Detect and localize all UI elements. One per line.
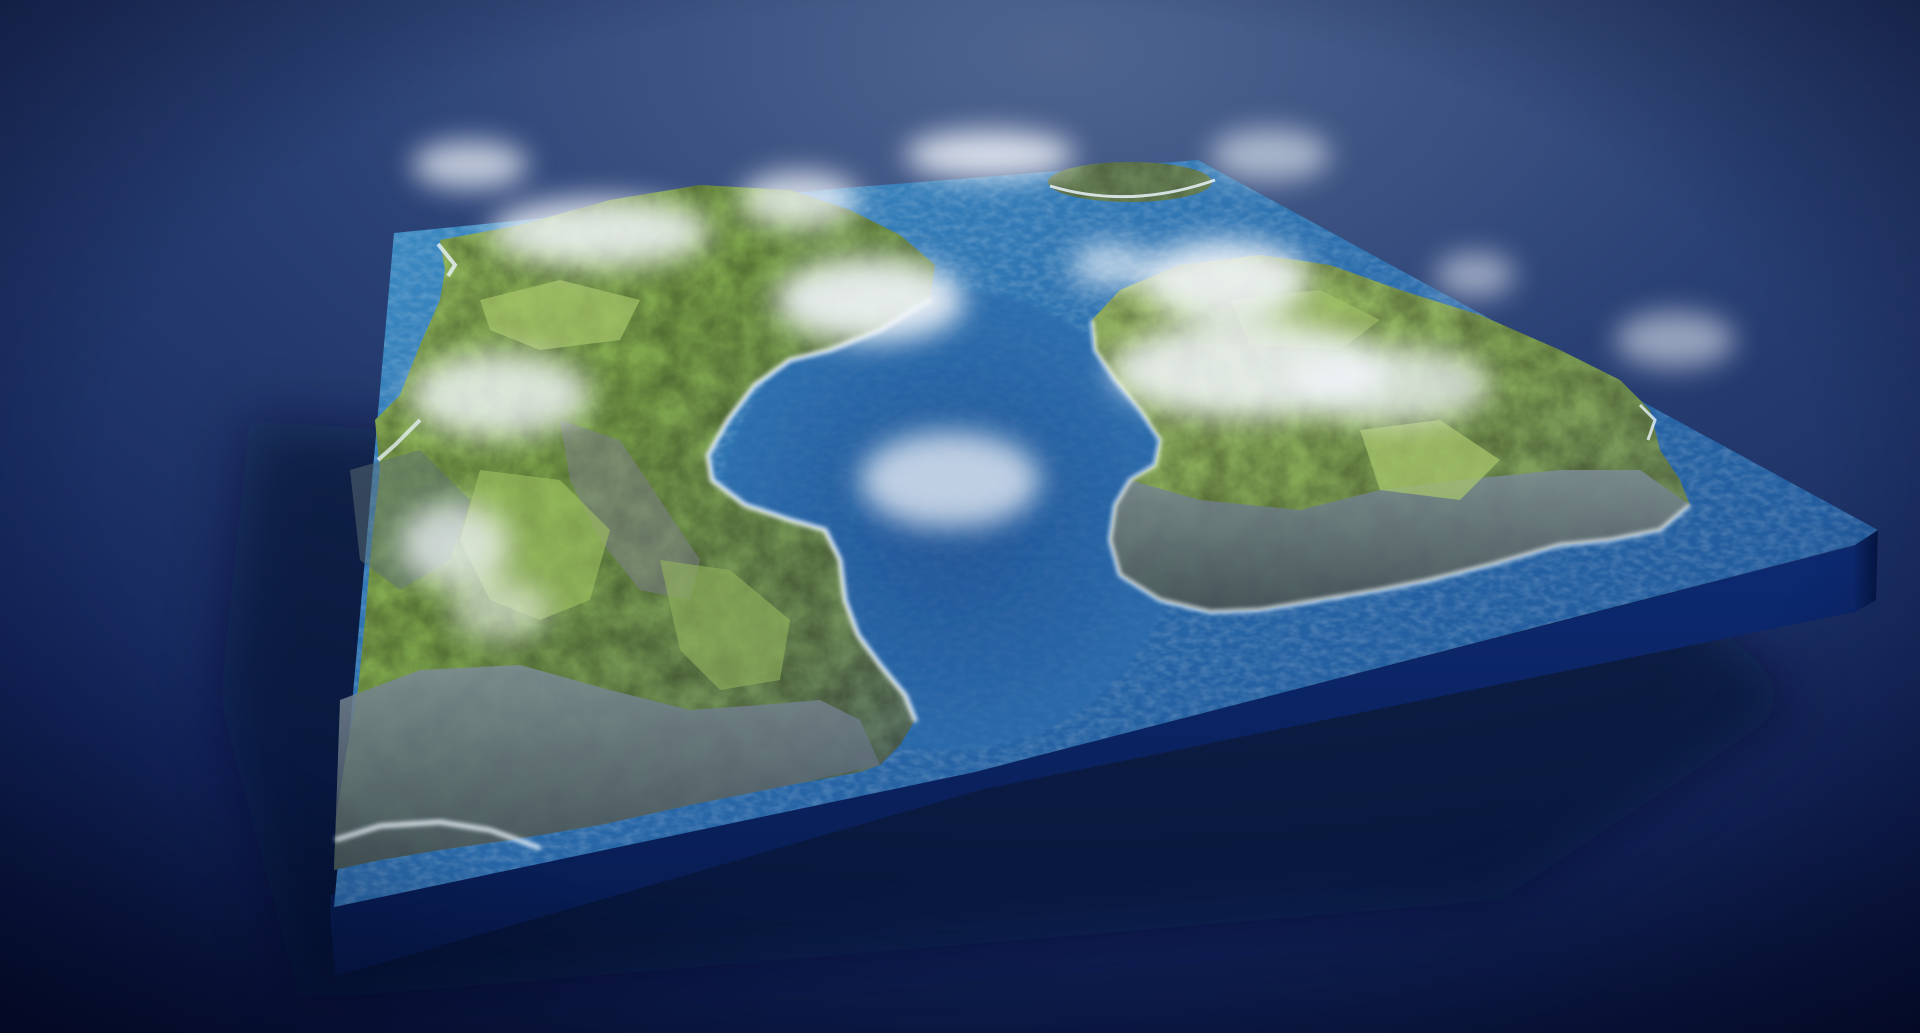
- terrain-diorama-svg: [0, 0, 1920, 1033]
- vignette-overlay: [0, 0, 1920, 1033]
- terrain-diorama-scene: [0, 0, 1920, 1033]
